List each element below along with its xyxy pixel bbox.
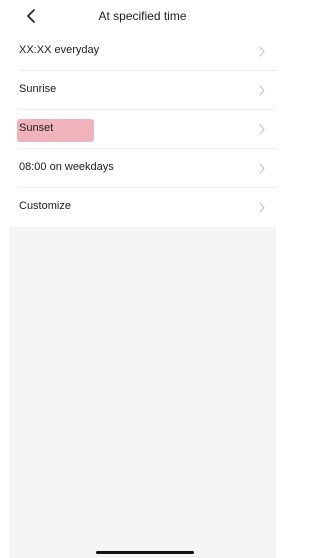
home-indicator (96, 551, 194, 554)
nav-header: At specified time (9, 0, 276, 33)
option-row-customize[interactable]: Customize (9, 188, 276, 227)
chevron-right-icon (259, 202, 265, 213)
chevron-right-icon (259, 46, 265, 57)
left-edge (0, 0, 9, 558)
option-label: XX:XX everyday (19, 44, 100, 56)
screen: At specified time XX:XX everyday Sunrise… (0, 0, 278, 558)
option-row-sunset[interactable]: Sunset (9, 110, 276, 149)
option-label: Customize (19, 200, 71, 212)
right-edge (276, 0, 278, 558)
option-row-everyday[interactable]: XX:XX everyday (9, 32, 276, 71)
chevron-right-icon (259, 163, 265, 174)
option-label: 08:00 on weekdays (19, 161, 114, 173)
chevron-right-icon (259, 124, 265, 135)
option-row-sunrise[interactable]: Sunrise (9, 71, 276, 110)
time-option-list: XX:XX everyday Sunrise Sunset 08:00 on w… (9, 32, 276, 227)
empty-content-area (9, 227, 276, 558)
option-label: Sunset (19, 122, 54, 134)
option-label: Sunrise (19, 83, 57, 95)
page-title: At specified time (98, 9, 187, 23)
chevron-right-icon (259, 85, 265, 96)
option-row-weekdays[interactable]: 08:00 on weekdays (9, 149, 276, 188)
